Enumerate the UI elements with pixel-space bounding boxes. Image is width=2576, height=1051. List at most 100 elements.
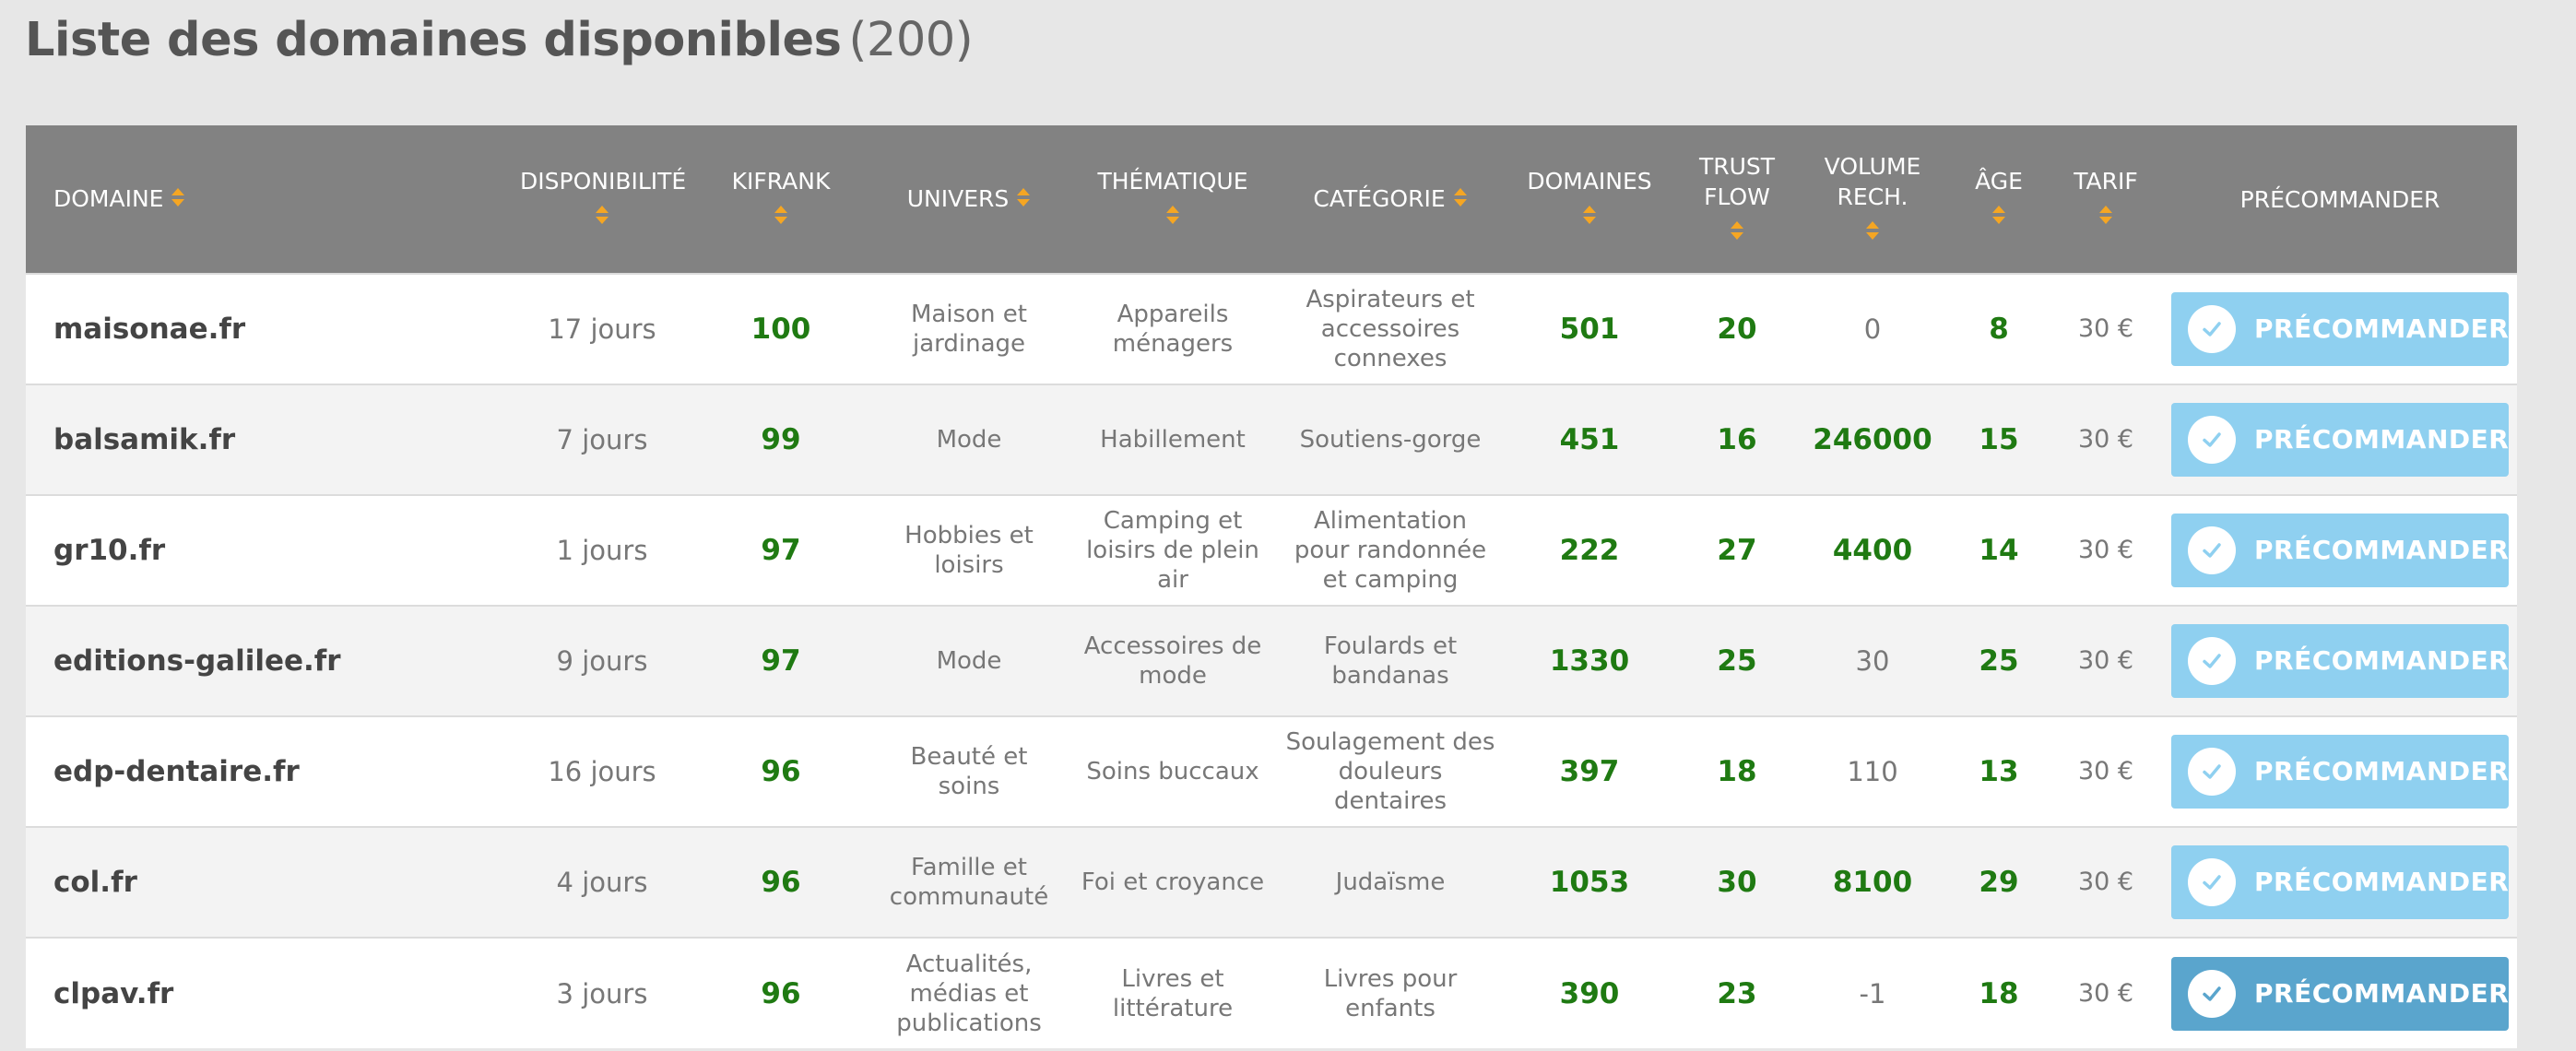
trust-flow-cell: 25 [1678, 605, 1796, 716]
domain-name[interactable]: balsamik.fr [26, 384, 514, 495]
sort-arrows-icon[interactable] [520, 202, 684, 232]
age-cell: 25 [1949, 605, 2049, 716]
categorie-cell: Soulagement des douleurs dentaires [1280, 715, 1501, 827]
column-header-label: TRUST [1698, 152, 1776, 180]
column-header-label: THÉMATIQUE [1097, 168, 1248, 195]
table-row: maisonae.fr 17 jours 100 Maison et jardi… [26, 273, 2517, 384]
categorie-cell: Soutiens-gorge [1280, 384, 1501, 495]
column-header-trust-flow[interactable]: TRUST FLOW [1678, 125, 1796, 274]
thematique-cell: Foi et croyance [1066, 826, 1280, 938]
sort-arrows-icon[interactable] [1071, 202, 1274, 232]
page-title: Liste des domaines disponibles (200) [25, 13, 974, 67]
precommander-button-label: PRÉCOMMANDER [2254, 867, 2510, 897]
domain-name[interactable]: clpav.fr [26, 937, 514, 1048]
column-header-label: DISPONIBILITÉ [520, 168, 687, 195]
check-circle-icon [2188, 858, 2236, 906]
precommander-button[interactable]: PRÉCOMMANDER [2171, 403, 2509, 477]
column-header-volume[interactable]: VOLUME RECH. [1796, 125, 1949, 274]
column-header-label: RECH. [1837, 183, 1908, 210]
column-header-domaine[interactable]: DOMAINE [26, 125, 514, 274]
column-header-kifrank[interactable]: KIFRANK [690, 125, 872, 274]
domain-name[interactable]: col.fr [26, 826, 514, 938]
thematique-cell: Camping et loisirs de plein air [1066, 494, 1280, 606]
action-cell: PRÉCOMMANDER [2163, 273, 2517, 384]
volume-cell: 246000 [1796, 384, 1949, 495]
domain-name[interactable]: edp-dentaire.fr [26, 715, 514, 827]
age-cell: 15 [1949, 384, 2049, 495]
sort-arrows-icon[interactable] [1955, 202, 2043, 232]
categorie-cell: Livres pour enfants [1280, 937, 1501, 1048]
domaines-cell: 501 [1501, 273, 1678, 384]
thematique-cell: Livres et littérature [1066, 937, 1280, 1048]
sort-arrows-icon[interactable] [1016, 184, 1031, 215]
domain-name[interactable]: editions-galilee.fr [26, 605, 514, 716]
age-cell: 18 [1949, 937, 2049, 1048]
precommander-button[interactable]: PRÉCOMMANDER [2171, 624, 2509, 698]
availability-cell: 16 jours [514, 715, 690, 827]
action-cell: PRÉCOMMANDER [2163, 384, 2517, 495]
column-header-label: CATÉGORIE [1313, 184, 1446, 212]
column-header-categorie[interactable]: CATÉGORIE [1280, 125, 1501, 274]
column-header-tarif[interactable]: TARIF [2049, 125, 2163, 274]
tarif-cell: 30 € [2049, 826, 2163, 938]
column-header-domaines[interactable]: DOMAINES [1501, 125, 1678, 274]
univers-cell: Hobbies et loisirs [872, 494, 1066, 606]
precommander-button-label: PRÉCOMMANDER [2254, 424, 2510, 455]
trust-flow-cell: 30 [1678, 826, 1796, 938]
precommander-button[interactable]: PRÉCOMMANDER [2171, 514, 2509, 587]
sort-arrows-icon[interactable] [695, 202, 867, 232]
domain-name[interactable]: maisonae.fr [26, 273, 514, 384]
precommander-button[interactable]: PRÉCOMMANDER [2171, 845, 2509, 919]
categorie-cell: Aspirateurs et accessoires connexes [1280, 273, 1501, 384]
sort-arrows-icon[interactable] [1507, 202, 1672, 232]
column-header-thematique[interactable]: THÉMATIQUE [1066, 125, 1280, 274]
domain-count: (200) [848, 13, 974, 67]
thematique-cell: Soins buccaux [1066, 715, 1280, 827]
table-body: maisonae.fr 17 jours 100 Maison et jardi… [26, 273, 2517, 1048]
kifrank-cell: 97 [690, 605, 872, 716]
sort-arrows-icon[interactable] [1802, 218, 1944, 248]
sort-arrows-icon[interactable] [1453, 184, 1468, 215]
sort-arrows-icon[interactable] [2054, 202, 2157, 232]
kifrank-cell: 97 [690, 494, 872, 606]
tarif-cell: 30 € [2049, 937, 2163, 1048]
trust-flow-cell: 16 [1678, 384, 1796, 495]
action-cell: PRÉCOMMANDER [2163, 715, 2517, 827]
check-circle-icon [2188, 748, 2236, 796]
precommander-button-label: PRÉCOMMANDER [2254, 645, 2510, 676]
table-row: edp-dentaire.fr 16 jours 96 Beauté et so… [26, 715, 2517, 827]
univers-cell: Beauté et soins [872, 715, 1066, 827]
domain-name[interactable]: gr10.fr [26, 494, 514, 606]
column-header-age[interactable]: ÂGE [1949, 125, 2049, 274]
trust-flow-cell: 18 [1678, 715, 1796, 827]
categorie-cell: Foulards et bandanas [1280, 605, 1501, 716]
categorie-cell: Judaïsme [1280, 826, 1501, 938]
column-header-label: ÂGE [1975, 168, 2023, 195]
kifrank-cell: 96 [690, 826, 872, 938]
precommander-button[interactable]: PRÉCOMMANDER [2171, 956, 2510, 1031]
tarif-cell: 30 € [2049, 715, 2163, 827]
domaines-cell: 397 [1501, 715, 1678, 827]
univers-cell: Mode [872, 605, 1066, 716]
categorie-cell: Alimentation pour randonnée et camping [1280, 494, 1501, 606]
availability-cell: 1 jours [514, 494, 690, 606]
column-header-precommander: PRÉCOMMANDER [2163, 125, 2517, 274]
univers-cell: Famille et communauté [872, 826, 1066, 938]
volume-cell: 0 [1796, 273, 1949, 384]
sort-arrows-icon[interactable] [1684, 218, 1790, 248]
trust-flow-cell: 20 [1678, 273, 1796, 384]
kifrank-cell: 96 [690, 715, 872, 827]
trust-flow-cell: 23 [1678, 937, 1796, 1048]
precommander-button[interactable]: PRÉCOMMANDER [2171, 735, 2509, 809]
precommander-button-label: PRÉCOMMANDER [2254, 977, 2510, 1009]
volume-cell: -1 [1796, 937, 1949, 1048]
precommander-button[interactable]: PRÉCOMMANDER [2171, 292, 2509, 366]
column-header-label: KIFRANK [731, 168, 831, 195]
column-header-univers[interactable]: UNIVERS [872, 125, 1066, 274]
column-header-disponibilite[interactable]: DISPONIBILITÉ [514, 125, 690, 274]
check-circle-icon [2188, 637, 2236, 685]
domains-table: DOMAINE DISPONIBILITÉ KIFRANK UNIVERS TH… [26, 125, 2517, 1048]
action-cell: PRÉCOMMANDER [2163, 605, 2517, 716]
sort-arrows-icon[interactable] [171, 184, 185, 215]
precommander-button-label: PRÉCOMMANDER [2254, 535, 2510, 565]
